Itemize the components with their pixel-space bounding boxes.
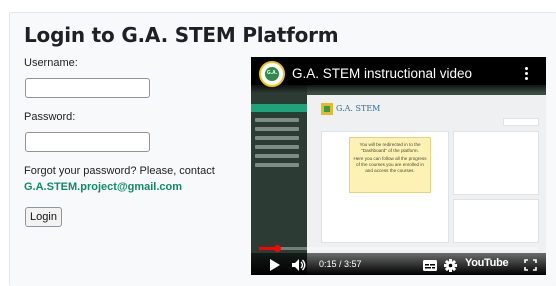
password-label: Password: (24, 111, 76, 123)
video-tooltip-line1: You will be redirected in to the "Dashbo… (359, 142, 421, 153)
fullscreen-icon[interactable] (524, 259, 537, 271)
time-display: 0:15 / 3:57 (319, 259, 362, 269)
contact-email-link[interactable]: G.A.STEM.project@gmail.com (24, 181, 182, 193)
settings-gear-icon[interactable] (444, 259, 457, 272)
login-button[interactable]: Login (25, 207, 62, 227)
progress-bar[interactable] (259, 245, 538, 252)
more-options-icon[interactable] (525, 67, 529, 81)
username-label: Username: (24, 57, 78, 69)
video-tooltip-line2: Here you can follow all the progress of … (353, 156, 427, 173)
video-title[interactable]: G.A. STEM instructional video (292, 66, 472, 81)
volume-icon[interactable] (292, 259, 307, 271)
page-title: Login to G.A. STEM Platform (24, 23, 339, 47)
password-input[interactable] (25, 132, 150, 152)
video-tooltip: You will be redirected in to the "Dashbo… (349, 137, 431, 193)
username-input[interactable] (25, 78, 150, 98)
channel-avatar[interactable]: G.A. (259, 61, 285, 87)
video-site-name: G.A. STEM (336, 104, 381, 113)
youtube-logo[interactable]: YouTube (465, 257, 509, 269)
play-icon[interactable] (269, 259, 280, 271)
video-player[interactable]: G.A. STEM You will be redirected in to t… (251, 57, 546, 275)
forgot-password-text: Forgot your password? Please, contact (24, 165, 215, 177)
subtitles-icon[interactable] (423, 260, 437, 271)
progress-scrubber[interactable] (273, 245, 281, 252)
channel-logo-text: G.A. (266, 70, 278, 76)
video-site-logo: G.A. STEM (321, 103, 380, 115)
